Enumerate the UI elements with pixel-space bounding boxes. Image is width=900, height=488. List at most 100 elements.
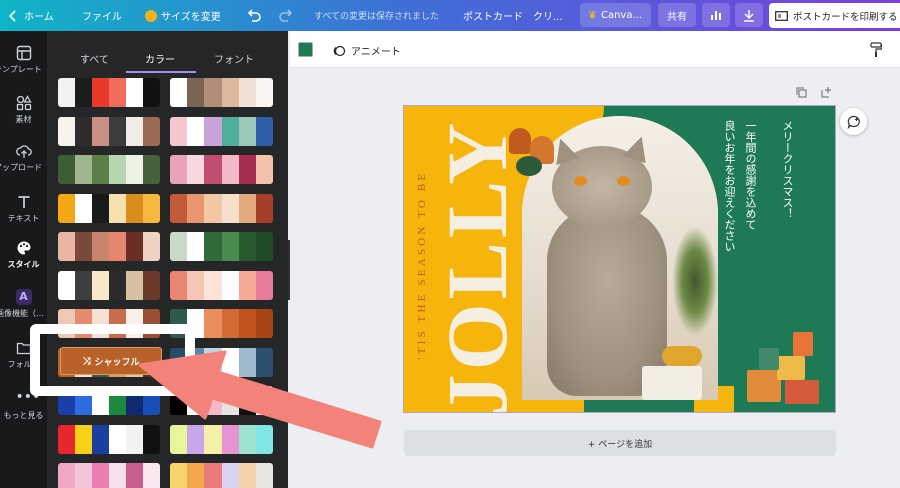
color-swatch — [255, 232, 273, 261]
color-swatch — [204, 463, 222, 488]
color-palette[interactable] — [58, 78, 160, 107]
home-label: ホーム — [24, 12, 54, 23]
color-swatch — [58, 116, 75, 146]
color-swatch — [92, 193, 109, 223]
color-swatch — [255, 78, 273, 107]
color-swatch — [109, 78, 126, 107]
tab-fonts[interactable]: フォント — [214, 51, 254, 66]
color-swatch — [170, 78, 188, 107]
paint-roller-icon[interactable] — [870, 42, 882, 58]
color-palette[interactable] — [170, 424, 273, 454]
print-label: ポストカードを印刷する — [793, 11, 898, 23]
color-swatch — [75, 232, 92, 261]
color-swatch — [238, 116, 256, 146]
color-swatch — [143, 232, 160, 261]
color-swatch — [238, 155, 256, 184]
tab-all[interactable]: すべて — [80, 51, 109, 66]
color-swatch — [75, 270, 92, 300]
comment-button[interactable] — [840, 108, 867, 135]
color-swatch — [92, 155, 109, 184]
canva-editor: ホーム ファイル サイズを変更 すべての変更は保存されました ポストカード クリ… — [0, 0, 900, 488]
gift-shape — [793, 332, 813, 356]
color-palette[interactable] — [170, 78, 273, 107]
color-swatch — [126, 78, 143, 107]
add-page-button[interactable]: + ページを追加 — [404, 430, 836, 456]
color-palette[interactable] — [58, 193, 160, 223]
rail-item-text[interactable]: テキスト — [0, 194, 47, 224]
color-swatch — [109, 116, 126, 146]
print-button[interactable]: ポストカードを印刷する — [769, 3, 900, 28]
rail-label: テンプレート — [0, 65, 42, 74]
document-title[interactable]: ポストカード クリ... — [463, 0, 563, 31]
greeting-line-1: メリークリスマス！ — [781, 120, 794, 219]
color-palette[interactable] — [58, 116, 160, 146]
color-swatch — [109, 270, 126, 300]
file-menu[interactable]: ファイル — [82, 0, 122, 31]
color-swatch — [187, 78, 205, 107]
color-swatch — [221, 116, 239, 146]
home-button[interactable]: ホーム — [8, 0, 54, 31]
color-swatch — [221, 193, 239, 223]
color-swatch — [58, 463, 75, 488]
color-palette[interactable] — [58, 232, 160, 261]
color-palette[interactable] — [58, 424, 160, 454]
canva-pro-button[interactable]: ♛ Canva... — [580, 3, 651, 27]
share-button[interactable]: 共有 — [658, 3, 696, 27]
crown-icon: ♛ — [588, 9, 597, 21]
color-swatch — [187, 270, 205, 300]
animate-button[interactable]: アニメート — [332, 43, 401, 58]
save-status: すべての変更は保存されました — [314, 12, 440, 22]
download-button[interactable] — [735, 3, 763, 27]
color-swatch — [170, 193, 188, 223]
redo-icon — [279, 8, 293, 22]
rail-item-uploads[interactable]: アップロード — [0, 143, 47, 173]
gift-shape — [747, 370, 781, 402]
color-palette[interactable] — [58, 155, 160, 184]
duplicate-page-icon[interactable] — [796, 87, 807, 98]
color-swatch — [126, 232, 143, 261]
color-swatch — [170, 424, 188, 454]
color-swatch — [238, 193, 256, 223]
holly-leaves — [516, 156, 542, 176]
tab-colors[interactable]: カラー — [145, 51, 175, 66]
left-rail: テンプレート 素材 アップロード テキスト スタイル A 画像機能（… フォルダ… — [0, 31, 47, 488]
color-palette[interactable] — [58, 463, 160, 488]
color-swatch — [204, 116, 222, 146]
color-palette[interactable] — [170, 463, 273, 488]
rail-item-elements[interactable]: 素材 — [0, 95, 47, 125]
color-swatch — [92, 270, 109, 300]
add-page-icon[interactable] — [820, 86, 832, 98]
color-swatch-button[interactable] — [298, 42, 313, 57]
color-swatch — [187, 193, 205, 223]
color-swatch — [187, 155, 205, 184]
color-palette[interactable] — [170, 270, 273, 300]
plant-shape — [672, 226, 718, 336]
color-palette[interactable] — [170, 193, 273, 223]
color-palette[interactable] — [170, 116, 273, 146]
color-palette[interactable] — [170, 155, 273, 184]
color-swatch — [126, 424, 143, 454]
rail-item-image-features[interactable]: A 画像機能（… — [0, 289, 47, 319]
color-swatch — [75, 424, 92, 454]
color-swatch — [221, 270, 239, 300]
shuffle-button[interactable]: ⤨ シャッフル — [60, 347, 162, 375]
file-label: ファイル — [82, 12, 122, 23]
color-palette[interactable] — [170, 232, 273, 261]
rail-item-styles[interactable]: スタイル — [0, 240, 47, 270]
color-swatch — [221, 386, 239, 415]
color-swatch — [143, 155, 160, 184]
rail-item-templates[interactable]: テンプレート — [0, 45, 47, 75]
insights-button[interactable] — [702, 3, 730, 27]
color-swatch — [221, 78, 239, 107]
color-swatch — [187, 116, 205, 146]
rail-label: 画像機能（… — [0, 309, 44, 318]
color-swatch — [75, 116, 92, 146]
resize-button[interactable]: サイズを変更 — [145, 0, 221, 31]
redo-button[interactable] — [278, 0, 294, 31]
undo-button[interactable] — [246, 0, 262, 31]
bells-ornament — [504, 118, 564, 178]
color-swatch — [255, 270, 273, 300]
color-swatch — [58, 270, 75, 300]
color-palette[interactable] — [58, 270, 160, 300]
postcard-design[interactable]: 'TIS THE SEASON TO BE JOLLY メリークリスマス！ 一年… — [403, 105, 836, 413]
